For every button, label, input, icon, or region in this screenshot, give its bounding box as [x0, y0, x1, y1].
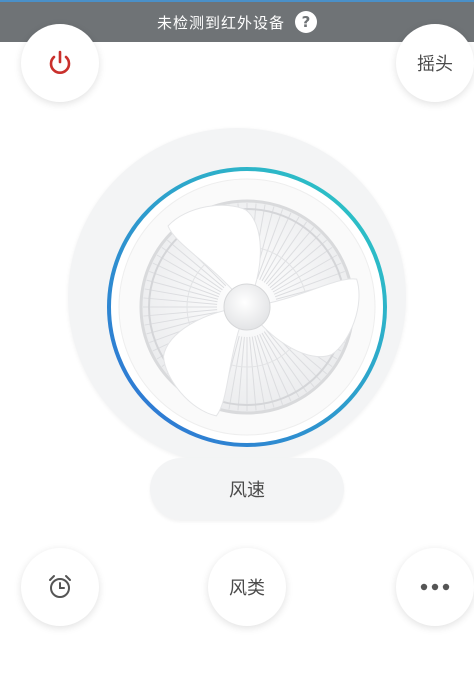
help-button[interactable]: ?	[295, 11, 317, 33]
power-icon	[49, 50, 71, 74]
mode-button[interactable]: 风类	[208, 548, 286, 626]
more-dots-icon	[420, 583, 450, 591]
fan-hub	[223, 283, 271, 331]
question-icon: ?	[301, 12, 311, 31]
speed-label: 风速	[229, 480, 265, 501]
status-message: 未检测到红外设备	[156, 13, 285, 32]
swing-button[interactable]: 摇头	[396, 24, 474, 102]
more-button[interactable]	[396, 548, 474, 626]
swing-label: 摇头	[417, 54, 453, 75]
power-button[interactable]	[21, 24, 99, 102]
speed-button[interactable]: 风速	[150, 458, 344, 520]
fan-visual[interactable]	[106, 166, 388, 448]
alarm-clock-icon	[49, 575, 71, 598]
timer-button[interactable]	[21, 548, 99, 626]
mode-label: 风类	[229, 578, 265, 599]
